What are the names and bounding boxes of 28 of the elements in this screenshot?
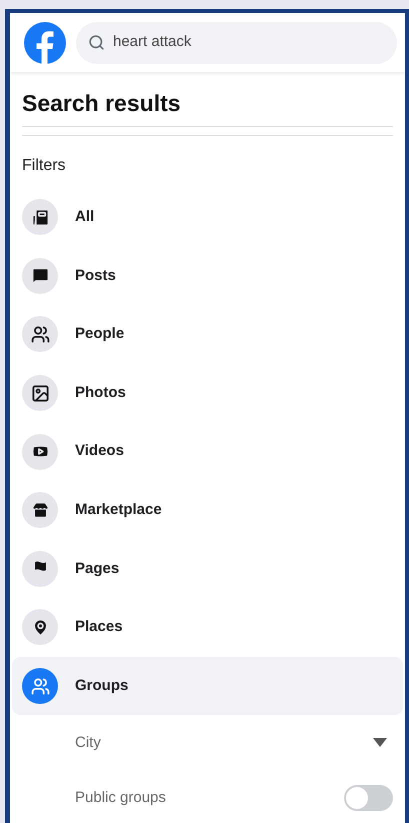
- map-pin-icon: [22, 609, 58, 646]
- image-icon: [22, 375, 58, 412]
- filter-item[interactable]: Photos: [12, 364, 403, 422]
- search-text: heart attack: [113, 32, 192, 52]
- filter-item[interactable]: People: [12, 305, 403, 364]
- option-label: Public groups: [75, 788, 166, 808]
- filter-item[interactable]: All: [12, 188, 403, 247]
- play-icon: [22, 434, 58, 470]
- people-icon: [22, 316, 58, 352]
- filters-label: Filters: [22, 156, 67, 176]
- search-field[interactable]: heart attack: [76, 22, 397, 64]
- store-icon: [22, 492, 58, 528]
- people-icon: [22, 668, 58, 704]
- logo-icon[interactable]: [24, 22, 66, 64]
- page-title: Search results: [22, 89, 182, 118]
- filter-item[interactable]: Places: [12, 598, 403, 657]
- flag-icon: [22, 550, 58, 587]
- filter-item[interactable]: Pages: [12, 540, 403, 598]
- filter-item[interactable]: Posts: [12, 246, 403, 306]
- filter-item[interactable]: Marketplace: [12, 480, 403, 540]
- option-label: City: [75, 732, 101, 753]
- newspaper-icon: [22, 199, 58, 236]
- filter-item[interactable]: Videos: [12, 422, 403, 481]
- toggle-switch[interactable]: [344, 784, 393, 811]
- filter-item[interactable]: Groups: [12, 656, 403, 716]
- speech-bubble-icon: [22, 258, 58, 294]
- caret-icon[interactable]: [373, 738, 387, 748]
- search-icon: [88, 34, 105, 51]
